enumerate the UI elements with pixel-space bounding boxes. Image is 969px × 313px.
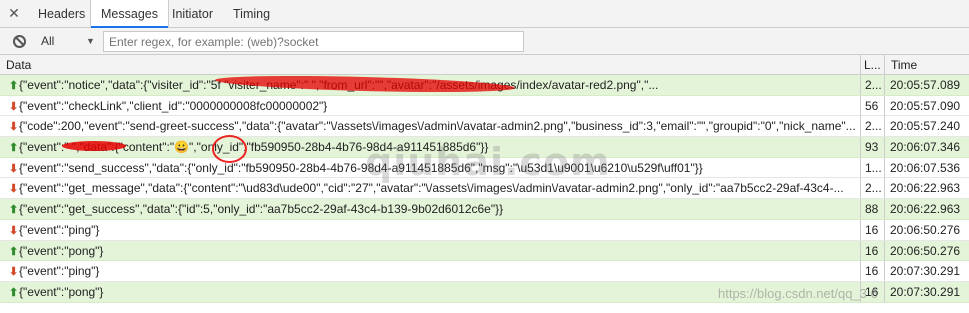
message-time: 20:05:57.089 [884,75,969,95]
message-data: {"event":"get_success","data":{"id":5,"o… [19,202,504,217]
message-length: 16 [860,240,884,261]
arrow-up-icon: ⬆ [9,286,19,299]
message-length: 16 [860,281,884,302]
message-length: 1... [860,157,884,178]
message-time: 20:06:22.963 [884,178,969,199]
message-time: 20:05:57.090 [884,95,969,116]
red-scribble-redaction [62,141,126,152]
message-row[interactable]: ⬆{"event":"pong"} 16 20:07:30.291 [0,281,969,303]
message-row[interactable]: ⬆{"event":"notice","data":{"visiter_id":… [0,73,969,96]
messages-grid: Data L... Time ⬆{"event":"notice","data"… [0,55,969,313]
block-icon[interactable] [13,35,26,48]
message-length: 16 [860,261,884,282]
message-data: {"code":200,"event":"send-greet-success"… [19,119,856,134]
message-row[interactable]: ⬇{"event":"checkLink","client_id":"00000… [0,95,969,117]
message-length: 2... [860,75,884,95]
close-icon[interactable]: ✕ [6,5,22,21]
column-header-time[interactable]: Time [884,55,969,75]
message-data: {"event":"checkLink","client_id":"000000… [19,98,328,113]
message-data: {"event":"send_success","data":{"only_id… [19,160,703,175]
message-rows: ⬆{"event":"notice","data":{"visiter_id":… [0,73,969,303]
message-row[interactable]: ⬆{"event":"pong"} 16 20:06:50.276 [0,240,969,262]
grid-header: Data L... Time [0,55,969,75]
message-row[interactable]: ⬇{"code":200,"event":"send-greet-success… [0,116,969,138]
message-data: {"event":"get_message","data":{"content"… [19,181,844,196]
message-time: 20:05:57.240 [884,116,969,137]
filter-regex-input[interactable] [103,31,524,52]
arrow-down-icon: ⬇ [9,183,19,196]
arrow-down-icon: ⬇ [9,100,19,113]
message-data: {"event":"pong"} [19,284,104,299]
message-row[interactable]: ⬇{"event":"ping"} 16 20:07:30.291 [0,261,969,282]
message-time: 20:06:50.276 [884,219,969,240]
tab-timing[interactable]: Timing [223,0,280,28]
tab-messages[interactable]: Messages [90,0,169,29]
message-time: 20:06:07.536 [884,157,969,178]
message-row[interactable]: ⬇{"event":"ping"} 16 20:06:50.276 [0,219,969,241]
message-length: 88 [860,199,884,220]
arrow-up-icon: ⬆ [9,142,19,155]
message-time: 20:06:22.963 [884,199,969,220]
message-row[interactable]: ⬆{"event":"get_success","data":{"id":5,"… [0,199,969,220]
tab-initiator[interactable]: Initiator [162,0,223,28]
message-time: 20:06:07.346 [884,137,969,158]
message-length: 56 [860,95,884,116]
column-header-data[interactable]: Data [0,55,860,75]
arrow-up-icon: ⬆ [9,80,19,92]
column-header-length[interactable]: L... [860,55,884,75]
message-row[interactable]: ⬇{"event":"send_success","data":{"only_i… [0,157,969,179]
arrow-up-icon: ⬆ [9,204,19,217]
chevron-down-icon[interactable]: ▼ [86,28,95,55]
message-data: {"event":"ping"} [19,264,100,279]
tab-headers[interactable]: Headers [28,0,95,28]
message-length: 2... [860,178,884,199]
message-time: 20:06:50.276 [884,240,969,261]
message-type-select[interactable]: All [41,28,54,55]
message-length: 93 [860,137,884,158]
message-length: 16 [860,219,884,240]
arrow-down-icon: ⬇ [9,162,19,175]
message-length: 2... [860,116,884,137]
message-time: 20:07:30.291 [884,261,969,282]
message-row[interactable]: ⬆{"event":" ","data":{"content":"😀","onl… [0,135,969,164]
arrow-down-icon: ⬇ [9,224,19,237]
message-data: {"event":"ping"} [19,222,100,237]
message-time: 20:07:30.291 [884,281,969,302]
message-data: {"event":"pong"} [19,243,104,258]
arrow-down-icon: ⬇ [9,266,19,279]
arrow-down-icon: ⬇ [9,121,19,134]
message-row[interactable]: ⬇{"event":"get_message","data":{"content… [0,178,969,200]
detail-tab-bar: ✕ Headers Messages Initiator Timing [0,0,969,29]
arrow-up-icon: ⬆ [9,245,19,258]
message-filter-bar: All ▼ [0,28,969,55]
